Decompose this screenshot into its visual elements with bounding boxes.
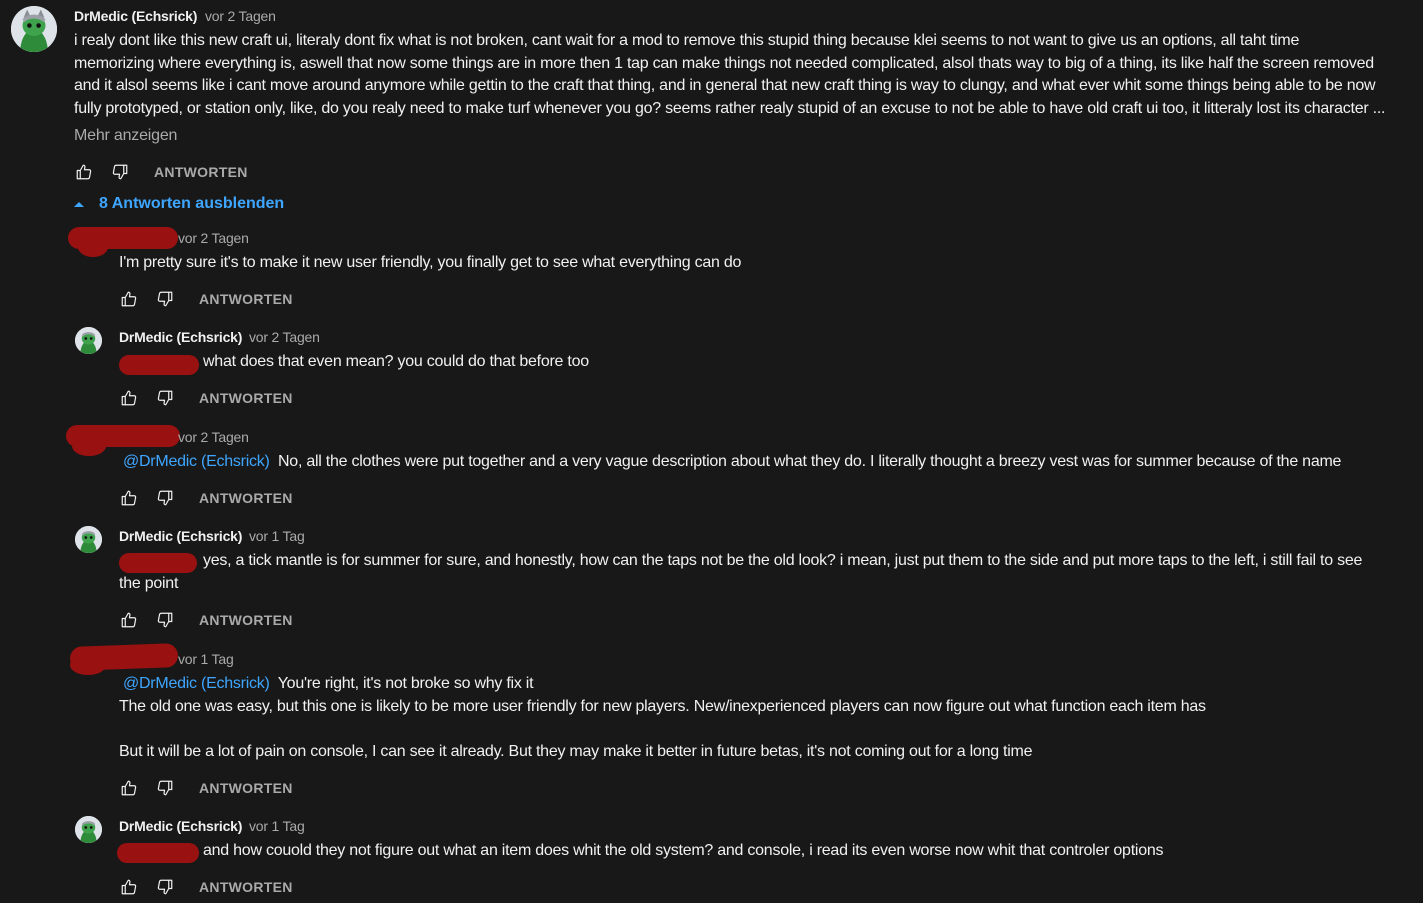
reply-button[interactable]: ANTWORTEN <box>199 490 293 506</box>
mention-link[interactable]: @DrMedic (Echsrick) <box>123 675 270 692</box>
thumbs-up-icon[interactable] <box>119 388 139 408</box>
comment-actions: ANTWORTEN <box>74 162 248 182</box>
redacted-avatar <box>78 237 108 257</box>
reply-button[interactable]: ANTWORTEN <box>154 164 248 180</box>
reply-actions: ANTWORTEN <box>119 610 293 630</box>
reply-text-continued: But it will be a lot of pain on console,… <box>119 743 1033 760</box>
reply-actions: ANTWORTEN <box>119 877 293 897</box>
reply-author[interactable]: DrMedic (Echsrick) <box>119 818 242 834</box>
reply-button[interactable]: ANTWORTEN <box>199 780 293 796</box>
comment-text: i realy dont like this new craft ui, lit… <box>74 30 1419 121</box>
comment-line: memorizing where everything is, aswell t… <box>74 54 1374 72</box>
show-more-link[interactable]: Mehr anzeigen <box>74 127 177 145</box>
hide-replies-label: 8 Antworten ausblenden <box>99 195 285 212</box>
reply-actions: ANTWORTEN <box>119 778 293 798</box>
redacted-avatar <box>70 655 106 675</box>
thumbs-down-icon[interactable] <box>155 289 175 309</box>
reply-text: @DrMedic (Echsrick) No, all the clothes … <box>123 451 1341 474</box>
redacted-mention <box>119 355 199 375</box>
lizard-avatar-icon <box>75 526 102 553</box>
thumbs-up-icon[interactable] <box>119 877 139 897</box>
reply-button[interactable]: ANTWORTEN <box>199 879 293 895</box>
thumbs-up-icon[interactable] <box>119 488 139 508</box>
reply-text: and how couold they not figure out what … <box>203 842 1164 859</box>
thumbs-down-icon[interactable] <box>155 488 175 508</box>
reply-time[interactable]: vor 2 Tagen <box>178 429 249 445</box>
thumbs-down-icon[interactable] <box>110 162 130 182</box>
comment-line: and it alsol seems like i cant move arou… <box>74 77 1376 95</box>
reply-actions: ANTWORTEN <box>119 488 293 508</box>
thumbs-up-icon[interactable] <box>74 162 94 182</box>
lizard-avatar-icon <box>11 6 57 52</box>
reply-button[interactable]: ANTWORTEN <box>199 612 293 628</box>
reply-author[interactable]: DrMedic (Echsrick) <box>119 528 242 544</box>
avatar[interactable] <box>75 526 102 553</box>
lizard-avatar-icon <box>75 327 102 354</box>
comment-author[interactable]: DrMedic (Echsrick) <box>74 8 197 24</box>
reply-button[interactable]: ANTWORTEN <box>199 291 293 307</box>
hide-replies-toggle[interactable]: 8 Antworten ausblenden <box>73 195 284 213</box>
reply-text: @DrMedic (Echsrick) You're right, it's n… <box>123 673 534 696</box>
avatar[interactable] <box>75 816 102 843</box>
thumbs-down-icon[interactable] <box>155 778 175 798</box>
avatar[interactable] <box>11 6 57 52</box>
reply-body: You're right, it's not broke so why fix … <box>277 675 534 692</box>
reply-time[interactable]: vor 2 Tagen <box>178 230 249 246</box>
redacted-avatar <box>72 436 106 456</box>
thumbs-up-icon[interactable] <box>119 289 139 309</box>
reply-time[interactable]: vor 1 Tag <box>178 651 234 667</box>
redacted-mention <box>119 553 197 573</box>
reply-text: what does that even mean? you could do t… <box>203 353 589 370</box>
thumbs-up-icon[interactable] <box>119 778 139 798</box>
reply-body: No, all the clothes were put together an… <box>278 453 1342 470</box>
comment-line: fully prototyped, or station only, like,… <box>74 100 1386 118</box>
reply-time[interactable]: vor 2 Tagen <box>249 329 320 345</box>
reply-button[interactable]: ANTWORTEN <box>199 390 293 406</box>
thumbs-up-icon[interactable] <box>119 610 139 630</box>
comment-line: i realy dont like this new craft ui, lit… <box>74 32 1300 49</box>
comment-time[interactable]: vor 2 Tagen <box>205 8 276 24</box>
reply-text-continued: The old one was easy, but this one is li… <box>119 698 1206 715</box>
reply-actions: ANTWORTEN <box>119 388 293 408</box>
thumbs-down-icon[interactable] <box>155 610 175 630</box>
reply-actions: ANTWORTEN <box>119 289 293 309</box>
reply-text-continued: the point <box>119 575 179 592</box>
redacted-mention <box>117 843 199 863</box>
thumbs-down-icon[interactable] <box>155 877 175 897</box>
lizard-avatar-icon <box>75 816 102 843</box>
reply-time[interactable]: vor 1 Tag <box>249 818 305 834</box>
reply-time[interactable]: vor 1 Tag <box>249 528 305 544</box>
mention-link[interactable]: @DrMedic (Echsrick) <box>123 453 270 470</box>
reply-text: yes, a tick mantle is for summer for sur… <box>203 552 1363 569</box>
thumbs-down-icon[interactable] <box>155 388 175 408</box>
reply-author[interactable]: DrMedic (Echsrick) <box>119 329 242 345</box>
reply-text: I'm pretty sure it's to make it new user… <box>119 254 742 271</box>
chevron-up-icon <box>74 202 84 207</box>
avatar[interactable] <box>75 327 102 354</box>
